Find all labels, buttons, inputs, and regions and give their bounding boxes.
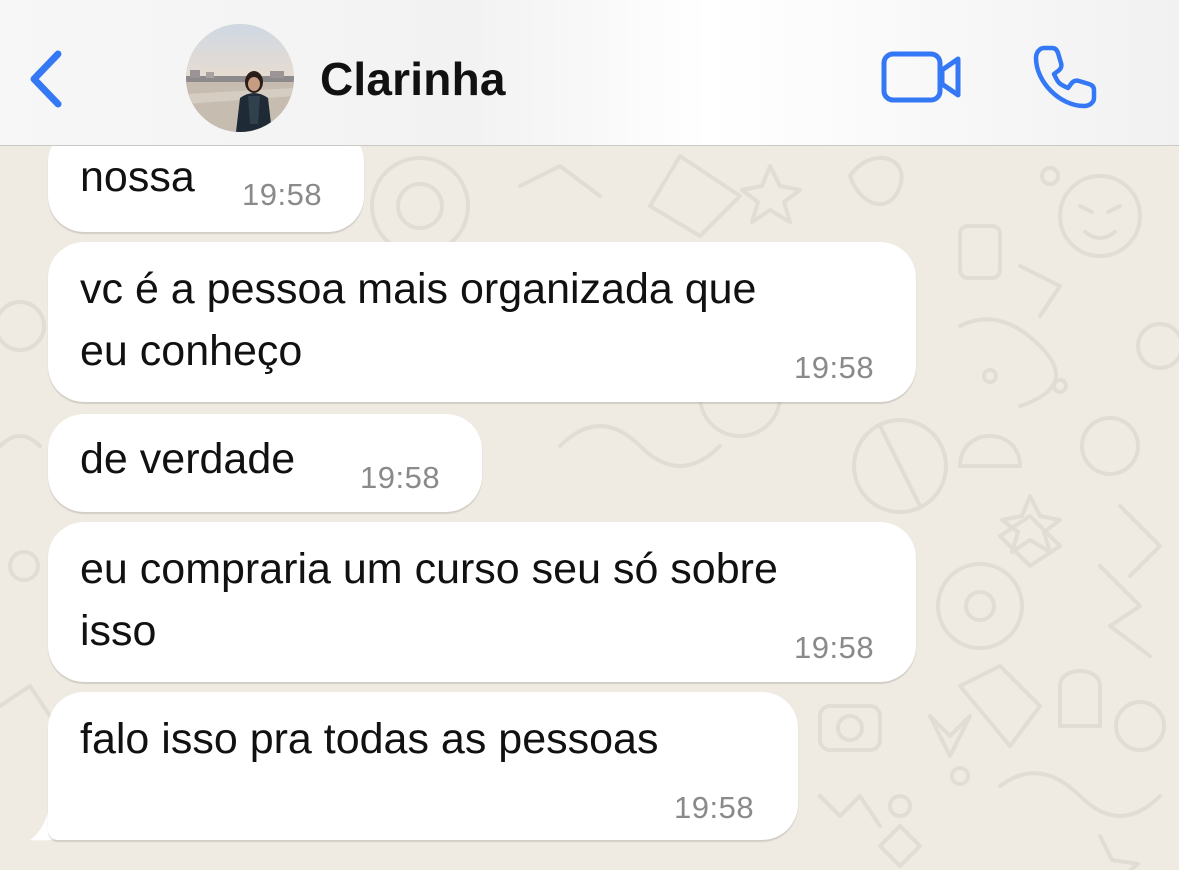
back-button[interactable] [22, 44, 72, 114]
contact-name[interactable]: Clarinha [320, 52, 506, 106]
message-text: nossa [80, 153, 195, 201]
message-bubble[interactable]: de verdade 19:58 [48, 414, 482, 512]
message-text: vc é a pessoa mais organizada que [80, 265, 757, 313]
message-bubble[interactable]: vc é a pessoa mais organizada que eu con… [48, 242, 916, 402]
message-text: de verdade [80, 435, 296, 483]
message-timestamp: 19:58 [794, 630, 875, 665]
message-timestamp: 19:58 [360, 460, 441, 495]
message-bubble[interactable]: eu compraria um curso seu só sobre isso … [48, 522, 916, 682]
chat-header: Clarinha [0, 0, 1179, 146]
phone-icon [1033, 45, 1097, 109]
avatar-photo [186, 24, 294, 132]
chat-area[interactable]: nossa 19:58 vc é a pessoa mais organizad… [0, 146, 1179, 870]
message-text: eu conheço [80, 327, 303, 375]
video-camera-icon [881, 51, 961, 103]
message-bubble[interactable]: falo isso pra todas as pessoas 19:58 [48, 692, 798, 840]
message-text: isso [80, 607, 157, 655]
message-timestamp: 19:58 [794, 350, 875, 385]
message-timestamp: 19:58 [674, 790, 755, 825]
message-timestamp: 19:58 [242, 177, 323, 212]
video-call-button[interactable] [880, 50, 964, 104]
voice-call-button[interactable] [1030, 42, 1100, 112]
contact-avatar[interactable] [186, 24, 294, 132]
message-text: eu compraria um curso seu só sobre [80, 545, 778, 593]
message-bubble[interactable]: nossa 19:58 [48, 146, 364, 232]
message-text: falo isso pra todas as pessoas [80, 715, 659, 763]
chevron-left-icon [30, 50, 62, 108]
